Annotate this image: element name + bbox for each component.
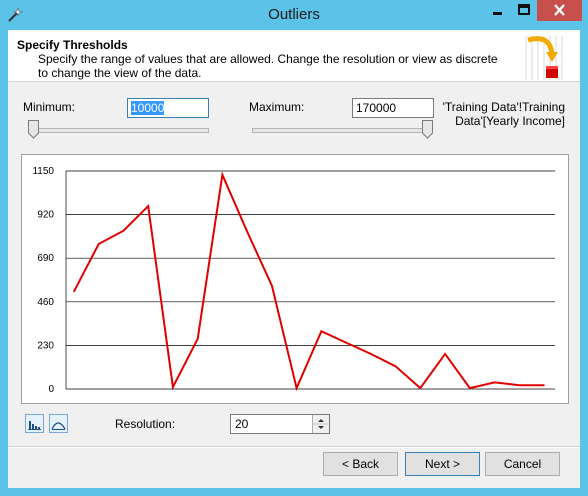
data-point bbox=[345, 341, 347, 344]
resolution-value: 20 bbox=[235, 417, 249, 431]
resolution-stepper[interactable]: 20 bbox=[230, 414, 330, 434]
outliers-window: Outliers Specify Thresholds Specify the … bbox=[0, 0, 588, 496]
maximum-value: 170000 bbox=[356, 101, 397, 115]
data-point bbox=[147, 205, 149, 207]
cancel-button[interactable]: Cancel bbox=[485, 452, 560, 476]
y-tick-label: 920 bbox=[37, 210, 54, 221]
close-icon bbox=[554, 4, 565, 16]
maximize-button[interactable] bbox=[511, 0, 537, 21]
data-point bbox=[221, 174, 224, 176]
title-bar: Outliers bbox=[0, 0, 588, 30]
series-line bbox=[73, 171, 544, 392]
data-point bbox=[493, 381, 496, 384]
line-chart: 0 230 460 690 920 1150 bbox=[32, 166, 555, 395]
wizard-header: Specify Thresholds Specify the range of … bbox=[8, 30, 580, 82]
y-tick-label: 0 bbox=[48, 384, 54, 395]
minimum-label: Minimum: bbox=[23, 100, 76, 114]
continuous-view-button[interactable] bbox=[49, 414, 68, 433]
data-point bbox=[543, 384, 545, 386]
minimum-slider-track[interactable] bbox=[28, 128, 209, 133]
data-point bbox=[172, 386, 174, 388]
y-tick-label: 460 bbox=[37, 297, 54, 308]
y-tick-label: 1150 bbox=[32, 166, 54, 177]
data-point bbox=[246, 230, 248, 233]
data-point bbox=[97, 243, 100, 245]
wizard-graphic-icon bbox=[525, 36, 563, 80]
data-point bbox=[196, 338, 199, 340]
data-point bbox=[73, 290, 75, 293]
distribution-chart: 0 230 460 690 920 1150 bbox=[21, 154, 569, 404]
maximum-input[interactable]: 170000 bbox=[352, 98, 434, 118]
minimize-icon bbox=[493, 12, 502, 15]
close-button[interactable] bbox=[537, 0, 582, 21]
data-point bbox=[518, 384, 521, 386]
data-point bbox=[444, 353, 446, 355]
maximum-label: Maximum: bbox=[249, 100, 305, 114]
column-name-label: 'Training Data'!Training Data'[Yearly In… bbox=[442, 100, 565, 128]
bar-chart-icon bbox=[28, 421, 41, 430]
data-point bbox=[394, 365, 397, 368]
data-point bbox=[320, 330, 323, 332]
data-point bbox=[295, 387, 298, 389]
minimum-value: 10000 bbox=[131, 101, 165, 115]
maximize-icon bbox=[518, 4, 530, 15]
maximum-slider-track[interactable] bbox=[252, 128, 433, 133]
area-curve-icon bbox=[51, 422, 66, 430]
minimum-slider-thumb[interactable] bbox=[28, 120, 39, 139]
discrete-view-button[interactable] bbox=[25, 414, 44, 433]
next-button[interactable]: Next > bbox=[405, 452, 480, 476]
minimize-button[interactable] bbox=[484, 0, 511, 21]
stepper-arrows-icon[interactable] bbox=[313, 415, 329, 433]
y-tick-label: 690 bbox=[37, 253, 54, 264]
data-point bbox=[469, 387, 471, 389]
data-point bbox=[122, 229, 125, 232]
data-point bbox=[271, 284, 273, 287]
wizard-client-area: Specify Thresholds Specify the range of … bbox=[8, 30, 580, 488]
page-title: Specify Thresholds bbox=[17, 38, 128, 52]
back-button[interactable]: < Back bbox=[323, 452, 398, 476]
minimum-input[interactable]: 10000 bbox=[127, 98, 209, 118]
maximum-slider-thumb[interactable] bbox=[422, 120, 433, 139]
page-description: Specify the range of values that are all… bbox=[38, 52, 498, 80]
footer-separator bbox=[8, 446, 580, 448]
stepper-arrows bbox=[312, 415, 329, 433]
y-tick-label: 230 bbox=[37, 340, 54, 351]
data-point bbox=[370, 353, 372, 355]
data-point bbox=[419, 387, 422, 389]
resolution-label: Resolution: bbox=[115, 417, 176, 431]
